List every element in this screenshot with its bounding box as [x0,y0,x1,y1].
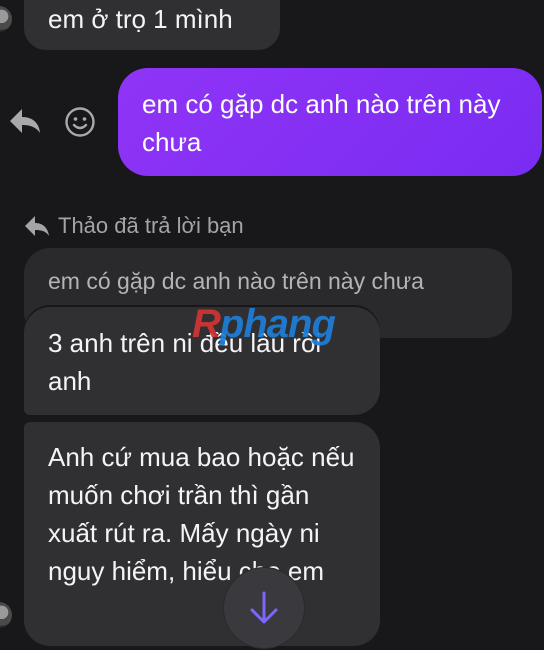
received-message[interactable]: Anh cứ mua bao hoặc nếu muốn chơi trần t… [24,422,380,646]
reply-header-label: Thảo đã trả lời bạn [58,213,244,238]
received-message[interactable]: 3 anh trên ni đều lâu rồi anh [24,307,380,415]
reply-arrow-icon[interactable] [8,107,42,135]
avatar[interactable] [0,6,12,32]
smiley-face-icon[interactable] [64,106,96,138]
reply-arrow-icon [25,216,49,236]
avatar[interactable] [0,602,12,628]
sent-message[interactable]: em có gặp dc anh nào trên này chưa [118,68,542,176]
scroll-to-bottom-button[interactable] [224,568,304,648]
reply-header: Thảo đã trả lời bạn [24,212,244,240]
arrow-down-icon [250,591,278,624]
received-message[interactable]: em ở trọ 1 mình [24,0,280,50]
